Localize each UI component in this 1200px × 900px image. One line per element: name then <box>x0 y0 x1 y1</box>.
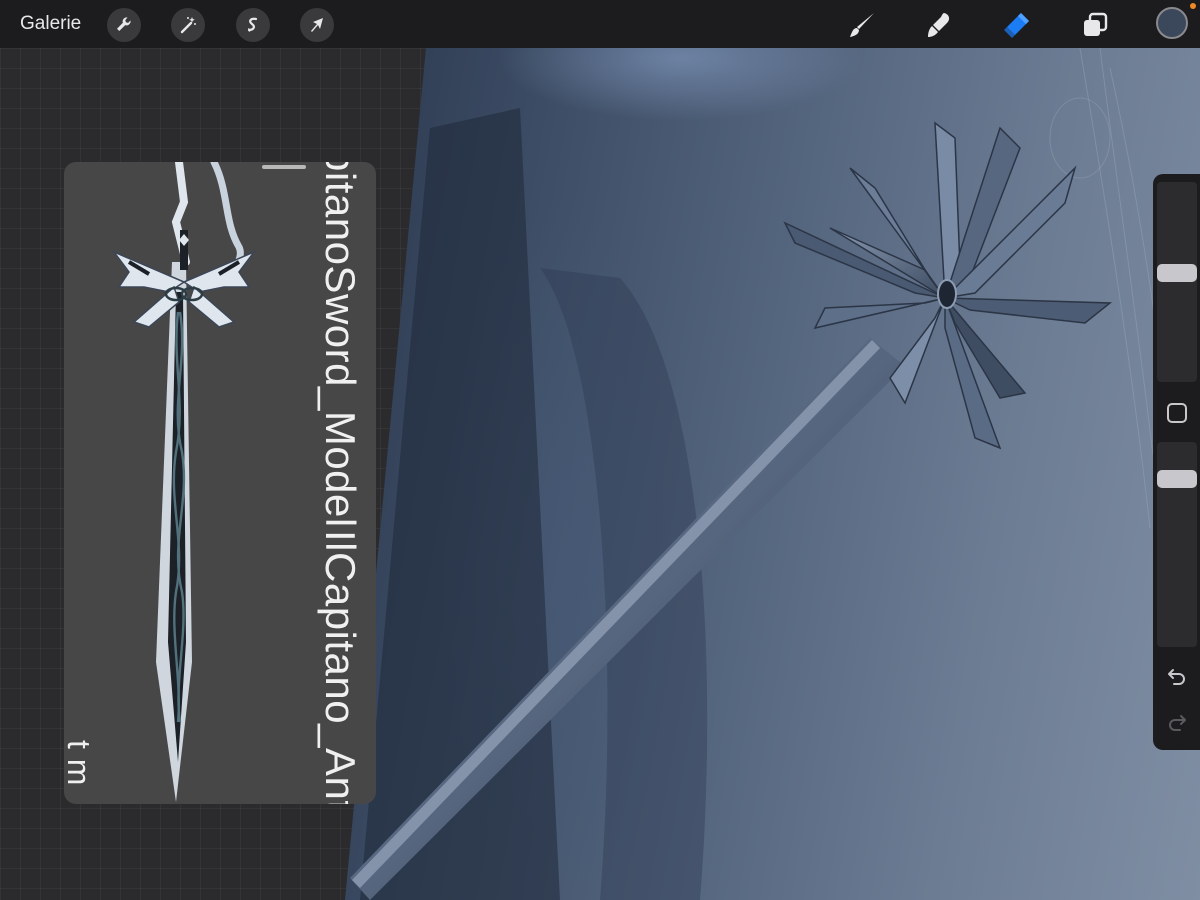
gallery-button[interactable]: Galerie <box>20 12 81 36</box>
brush-icon <box>850 13 874 37</box>
reference-label: pitanoSword_Model <box>317 162 364 528</box>
paint-button[interactable] <box>845 8 879 42</box>
magic-wand-icon <box>180 17 196 34</box>
eraser-icon <box>1004 13 1029 38</box>
layers-icon <box>1084 12 1108 36</box>
erase-button[interactable] <box>1000 8 1034 42</box>
undo-icon <box>1168 669 1185 685</box>
redo-button[interactable] <box>1165 710 1189 734</box>
selection-icon <box>247 17 258 32</box>
sketch-lines <box>1049 97 1111 179</box>
actions-button[interactable] <box>107 8 141 42</box>
adjustments-button[interactable] <box>171 8 205 42</box>
smudge-icon <box>928 13 950 37</box>
reference-label: IlCapitano_Antumb <box>317 530 364 804</box>
sidebar <box>1153 174 1200 750</box>
layers-button[interactable] <box>1078 8 1112 42</box>
wrench-icon <box>117 17 131 31</box>
top-toolbar: Galerie <box>0 0 1200 48</box>
transform-button[interactable] <box>300 8 334 42</box>
reference-window[interactable]: pitanoSword_Model IlCapitano_Antumb t m <box>64 162 376 804</box>
color-picker-button[interactable] <box>1156 7 1188 39</box>
brush-size-slider[interactable] <box>1157 182 1197 382</box>
smudge-button[interactable] <box>922 8 956 42</box>
brush-size-thumb[interactable] <box>1157 263 1197 282</box>
redo-icon <box>1169 715 1186 731</box>
selection-button[interactable] <box>236 8 270 42</box>
undo-button[interactable] <box>1165 664 1189 688</box>
reference-label: t m <box>64 740 97 786</box>
eyedropper-button[interactable] <box>1167 403 1187 423</box>
brush-opacity-thumb[interactable] <box>1157 470 1197 489</box>
arrow-cursor-icon <box>311 18 323 32</box>
notification-dot <box>1190 3 1196 9</box>
